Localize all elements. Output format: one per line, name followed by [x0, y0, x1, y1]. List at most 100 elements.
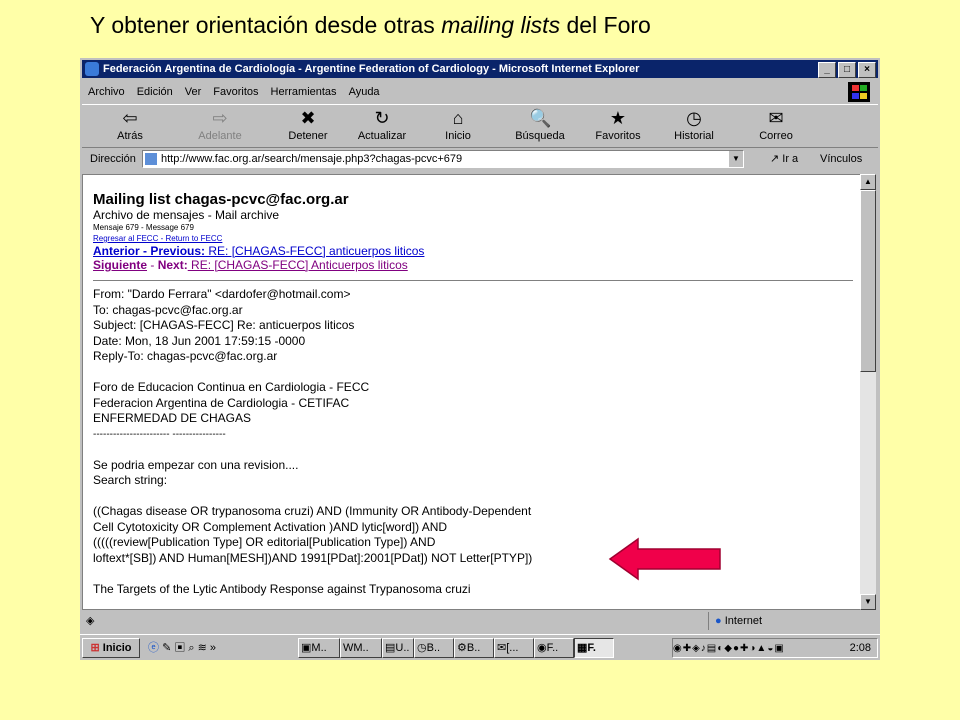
home-button[interactable]: ⌂ Inicio: [428, 107, 488, 142]
ie-logo-icon: [85, 62, 99, 77]
divider: [93, 280, 853, 281]
mail-message-page: Mailing list chagas-pcvc@fac.org.ar Arch…: [93, 183, 853, 597]
standard-toolbar: ⇦ Atrás ⇨ Adelante ✖ Detener ↻ Actualizar ⌂ I…: [82, 104, 878, 148]
page-viewport: Mailing list chagas-pcvc@fac.org.ar Arch…: [82, 174, 862, 610]
window-title-bar[interactable]: Federación Argentina de Cardiología - Ar…: [82, 60, 878, 78]
favorites-label: Favoritos: [595, 130, 641, 142]
address-input[interactable]: http://www.fac.org.ar/search/mensaje.php…: [142, 150, 744, 168]
mail-button[interactable]: ✉ Correo: [746, 107, 806, 142]
refresh-icon: ↻: [374, 108, 390, 128]
status-zone: ● Internet: [708, 612, 762, 630]
header-subject: Subject: [CHAGAS-FECC] Re: anticuerpos l…: [93, 318, 355, 332]
tray-icons[interactable]: ◉✚◈♪▤◐◆●✚◑▲◒▣: [673, 643, 785, 654]
header-date: Date: Mon, 18 Jun 2001 17:59:15 -0000: [93, 333, 306, 348]
menu-ayuda[interactable]: Ayuda: [349, 86, 380, 98]
forward-arrow-icon: ⇨: [212, 108, 228, 128]
menu-favoritos[interactable]: Favoritos: [213, 86, 258, 98]
favorites-button[interactable]: ★ Favoritos: [588, 107, 648, 142]
org-line: ENFERMEDAD DE CHAGAS: [93, 411, 252, 425]
task-button[interactable]: ✉[...: [494, 638, 534, 658]
menu-ver[interactable]: Ver: [185, 86, 202, 98]
stop-icon: ✖: [300, 108, 316, 128]
address-url: http://www.fac.org.ar/search/mensaje.php…: [161, 153, 463, 165]
links-button[interactable]: Vínculos: [820, 148, 862, 170]
stop-label: Detener: [288, 130, 328, 142]
browser-window: Federación Argentina de Cardiología - Ar…: [80, 58, 880, 660]
start-button[interactable]: ⊞ Inicio: [82, 638, 140, 658]
red-arrow-icon: [608, 537, 721, 581]
header-reply-to: Reply-To: chagas-pcvc@fac.org.ar: [93, 349, 278, 363]
favorites-icon: ★: [609, 108, 627, 128]
scroll-thumb[interactable]: [860, 190, 876, 372]
system-tray: ◉✚◈♪▤◐◆●✚◑▲◒▣ 2:08: [672, 638, 878, 658]
address-label: Dirección: [90, 153, 136, 165]
clock: 2:08: [849, 642, 871, 654]
forward-button[interactable]: ⇨ Adelante: [190, 107, 250, 142]
org-line: Foro de Educacion Continua en Cardiologi…: [93, 380, 370, 394]
task-button[interactable]: ▣M..: [298, 638, 340, 658]
task-button[interactable]: WM..: [340, 638, 382, 658]
back-arrow-icon: ⇦: [122, 108, 138, 128]
globe-icon: ●: [715, 615, 722, 627]
stop-button[interactable]: ✖ Detener: [278, 107, 338, 142]
status-bar: ◈ ● Internet: [82, 612, 878, 630]
window-title: Federación Argentina de Cardiología - Ar…: [103, 63, 640, 75]
maximize-button[interactable]: □: [838, 62, 856, 78]
refresh-button[interactable]: ↻ Actualizar: [352, 107, 412, 142]
windows-flag-icon: ⊞: [90, 642, 100, 654]
query-line: Cell Cytotoxicity OR Complement Activati…: [93, 519, 448, 534]
slide-title-prefix: Y obtener orientación desde otras: [90, 12, 442, 38]
go-button[interactable]: ↗ Ir a: [770, 148, 798, 170]
task-button[interactable]: ◉F..: [534, 638, 574, 658]
menu-archivo[interactable]: Archivo: [88, 86, 125, 98]
back-label: Atrás: [117, 130, 143, 142]
history-icon: ◷: [686, 108, 702, 128]
go-arrow-icon: ↗: [770, 153, 780, 165]
ie-quicklaunch-icon[interactable]: ⓔ: [148, 642, 159, 654]
scroll-down-icon[interactable]: ▼: [860, 594, 876, 610]
back-button[interactable]: ⇦ Atrás: [100, 107, 160, 142]
task-button[interactable]: ▤U..: [382, 638, 414, 658]
search-icon: 🔍: [529, 108, 552, 128]
vertical-scrollbar[interactable]: ▲ ▼: [860, 174, 876, 610]
org-line: Federacion Argentina de Cardiologia - CE…: [93, 395, 350, 410]
previous-label: Anterior - Previous:: [93, 244, 206, 258]
forward-label: Adelante: [198, 130, 242, 142]
menu-herramientas[interactable]: Herramientas: [271, 86, 337, 98]
windows-logo-icon: [848, 82, 870, 102]
page-icon: [145, 153, 157, 166]
next-label-2: Next:: [157, 258, 188, 272]
query-line: (((((review[Publication Type] OR editori…: [93, 535, 436, 549]
next-link[interactable]: Siguiente - Next: RE: [CHAGAS-FECC] Anti…: [93, 258, 853, 272]
slide-title-suffix: del Foro: [560, 12, 651, 38]
menu-edicion[interactable]: Edición: [137, 86, 173, 98]
previous-link[interactable]: Anterior - Previous: RE: [CHAGAS-FECC] a…: [93, 244, 853, 258]
slide-title-italic: mailing lists: [441, 12, 561, 38]
slide-title: Y obtener orientación desde otras mailin…: [90, 12, 651, 39]
cut-off-line: The Targets of the Lytic Antibody Respon…: [93, 581, 471, 596]
search-button[interactable]: 🔍 Búsqueda: [510, 107, 570, 142]
message-number: Mensaje 679 - Message 679: [93, 223, 194, 232]
search-quicklaunch-icon[interactable]: ⌕: [188, 642, 194, 654]
close-button[interactable]: ×: [858, 62, 876, 78]
task-button[interactable]: ◷B..: [414, 638, 454, 658]
scroll-up-icon[interactable]: ▲: [860, 174, 876, 190]
taskbar: ⊞ Inicio ⓔ ✎ ▣ ⌕ ≋ » ▣M.. WM.. ▤U.. ◷B..…: [80, 634, 880, 660]
return-link[interactable]: Regresar al FECC - Return to FECC: [93, 234, 222, 243]
outlook-quicklaunch-icon[interactable]: ✎: [162, 642, 171, 654]
history-button[interactable]: ◷ Historial: [664, 107, 724, 142]
query-line: ((Chagas disease OR trypanosoma cruzi) A…: [93, 504, 532, 518]
menu-bar: Archivo Edición Ver Favoritos Herramientas Ay…: [82, 82, 878, 102]
task-button-active[interactable]: ▦F.: [574, 638, 614, 658]
desktop-quicklaunch-icon[interactable]: ▣: [174, 642, 185, 654]
task-button[interactable]: ⚙B..: [454, 638, 494, 658]
quicklaunch-chevron[interactable]: »: [210, 642, 216, 654]
channels-quicklaunch-icon[interactable]: ≋: [198, 642, 207, 654]
intro-line: Se podria empezar con una revision....: [93, 457, 299, 472]
next-label: Siguiente: [93, 258, 148, 272]
search-label: Búsqueda: [515, 130, 565, 142]
next-text: RE: [CHAGAS-FECC] Anticuerpos liticos: [187, 258, 408, 272]
minimize-button[interactable]: _: [818, 62, 836, 78]
previous-text: RE: [CHAGAS-FECC] anticuerpos liticos: [205, 244, 425, 258]
address-dropdown-icon[interactable]: ▼: [729, 151, 743, 167]
